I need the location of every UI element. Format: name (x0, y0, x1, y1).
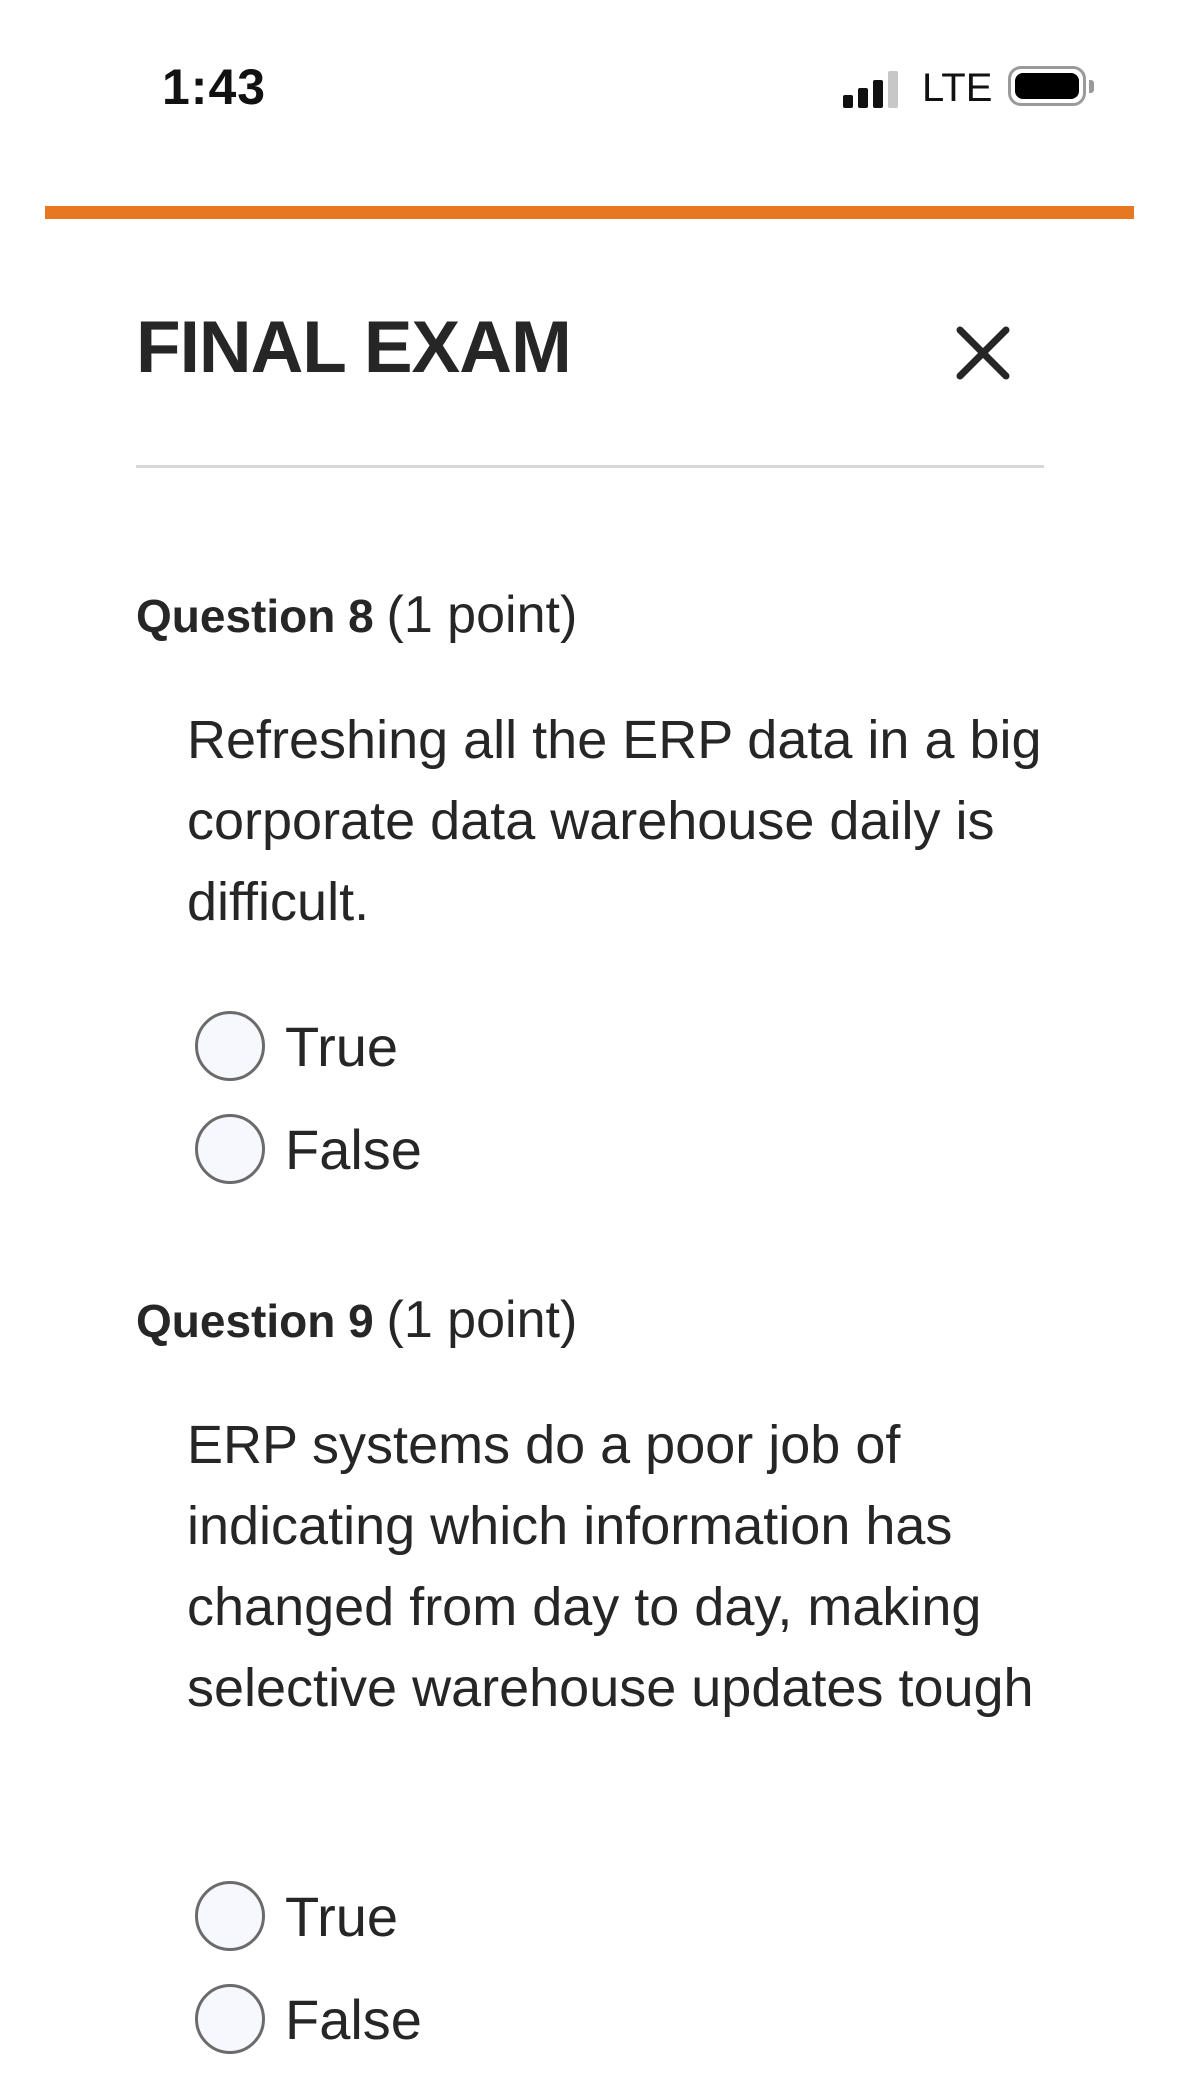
header-divider (136, 465, 1044, 468)
option-label: True (285, 1014, 399, 1078)
radio-button[interactable] (195, 1011, 265, 1081)
close-icon (956, 326, 1010, 380)
question-points: (1 point) (386, 1291, 578, 1349)
radio-button[interactable] (195, 1984, 265, 2054)
option-false[interactable]: False (195, 1983, 422, 2055)
question-header: Question 8 (1 point) (136, 585, 577, 645)
question-points: (1 point) (386, 586, 578, 644)
page-title: FINAL EXAM (136, 307, 572, 388)
question-text: ERP systems do a poor job of indicating … (187, 1415, 1034, 1718)
close-button[interactable] (948, 318, 1018, 388)
battery-cap (1089, 80, 1094, 93)
radio-button[interactable] (195, 1881, 265, 1951)
option-label: False (285, 1987, 422, 2051)
network-type: LTE (922, 66, 993, 110)
status-bar: 1:43 LTE (0, 0, 1179, 160)
question-label: Question 8 (136, 590, 374, 642)
question-header: Question 9 (1 point) (136, 1290, 577, 1350)
option-true[interactable]: True (195, 1880, 398, 1952)
radio-button[interactable] (195, 1114, 265, 1184)
option-label: True (285, 1884, 399, 1948)
cellular-signal-icon (843, 70, 899, 108)
status-time: 1:43 (162, 59, 267, 115)
option-true[interactable]: True (195, 1010, 398, 1082)
battery-icon (1008, 66, 1086, 106)
option-label: False (285, 1117, 422, 1181)
question-label: Question 9 (136, 1295, 374, 1347)
exam-page: 1:43 LTE FINAL EXAM Question 8 (1 point)… (0, 0, 1179, 2078)
question-text: Refreshing all the ERP data in a big cor… (187, 710, 1042, 932)
option-false[interactable]: False (195, 1113, 422, 1185)
accent-bar (45, 206, 1134, 219)
